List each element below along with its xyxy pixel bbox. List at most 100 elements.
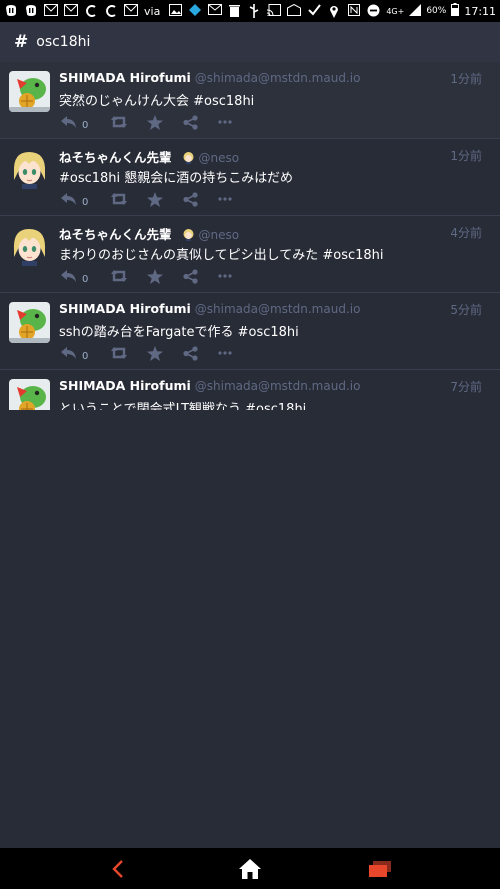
reply-count: 0 [82, 273, 89, 285]
gmail-icon [124, 4, 138, 18]
boost-icon [111, 116, 128, 128]
account-handle[interactable]: @shimada@mstdn.maud.io [195, 302, 361, 316]
status-item[interactable]: SHIMADA Hirofumi @shimada@mstdn.maud.io 7… [0, 370, 500, 410]
mastodon-icon [4, 4, 18, 18]
boost-button[interactable] [110, 115, 128, 129]
mastodon-icon [24, 4, 38, 18]
reply-button[interactable]: 0 [60, 268, 88, 285]
recents-icon [369, 860, 391, 877]
status-content: 突然のじゃんけん大会 #osc18hi [59, 94, 255, 109]
more-button[interactable] [218, 351, 232, 355]
boost-button[interactable] [110, 192, 128, 206]
boost-icon [111, 270, 128, 282]
reply-button[interactable]: 0 [60, 345, 88, 362]
account-handle[interactable]: @neso [199, 228, 240, 242]
status-item[interactable]: ねそちゃんくん先輩 @neso 1分前 #osc18hi 懇親会に酒の持ちこみは… [0, 139, 500, 216]
image-icon [168, 4, 182, 18]
relative-time[interactable]: 1分前 [450, 147, 482, 164]
share-icon [183, 114, 198, 130]
via-label: via [144, 4, 161, 18]
share-button[interactable] [183, 345, 198, 361]
reply-button[interactable]: 0 [60, 191, 88, 208]
display-name[interactable]: SHIMADA Hirofumi [59, 70, 191, 85]
mail-icon [207, 4, 222, 18]
home-button[interactable] [220, 848, 280, 889]
status-item[interactable]: ねそちゃんくん先輩 @neso 4分前 まわりのおじさんの真似してピシ出してみた… [0, 216, 500, 293]
anime-avatar[interactable] [9, 225, 50, 266]
recents-button[interactable] [350, 848, 410, 889]
ellipsis-icon [218, 120, 232, 124]
relative-time[interactable]: 5分前 [450, 301, 482, 318]
status-actions: 0 [60, 344, 232, 362]
mini-avatar-icon [182, 151, 195, 164]
network-label: 4G+ [386, 6, 405, 16]
ellipsis-icon [218, 351, 232, 355]
check-icon [307, 4, 321, 18]
column-header[interactable]: # osc18hi [0, 22, 500, 62]
display-name[interactable]: SHIMADA Hirofumi [59, 378, 191, 393]
usb-icon [248, 4, 262, 18]
gmail-icon [64, 4, 78, 18]
relative-time[interactable]: 4分前 [450, 224, 482, 241]
reply-icon [61, 116, 76, 128]
favourite-button[interactable] [147, 268, 164, 284]
star-icon [147, 114, 164, 130]
hashtag-title: osc18hi [36, 34, 91, 50]
battery-percent: 60% [426, 6, 447, 16]
reply-icon [61, 270, 76, 282]
mail-open-icon [287, 3, 302, 18]
share-button[interactable] [183, 191, 198, 207]
parrot-avatar[interactable] [9, 302, 50, 343]
favourite-button[interactable] [147, 191, 164, 207]
status-content: sshの踏み台をFargateで作る #osc18hi [59, 325, 299, 340]
share-button[interactable] [183, 268, 198, 284]
status-content: まわりのおじさんの真似してピシ出してみた #osc18hi [59, 248, 384, 263]
diamond-icon [188, 4, 202, 18]
boost-button[interactable] [110, 269, 128, 283]
favourite-button[interactable] [147, 345, 164, 361]
share-button[interactable] [183, 114, 198, 130]
more-button[interactable] [218, 274, 232, 278]
boost-button[interactable] [110, 346, 128, 360]
system-navigation-bar [0, 848, 500, 889]
ellipsis-icon [218, 274, 232, 278]
parrot-avatar[interactable] [9, 379, 50, 410]
do-not-disturb-icon [367, 4, 381, 18]
more-button[interactable] [218, 197, 232, 201]
status-actions: 0 [60, 267, 232, 285]
parrot-avatar[interactable] [9, 71, 50, 112]
status-actions: 0 [60, 190, 232, 208]
display-name[interactable]: ねそちゃんくん先輩 [59, 227, 172, 242]
cast-icon [267, 4, 282, 18]
account-handle[interactable]: @shimada@mstdn.maud.io [195, 71, 361, 85]
display-name[interactable]: SHIMADA Hirofumi [59, 301, 191, 316]
relative-time[interactable]: 1分前 [450, 70, 482, 87]
relative-time[interactable]: 7分前 [450, 378, 482, 395]
reply-button[interactable]: 0 [60, 114, 88, 131]
boost-icon [111, 347, 128, 359]
account-handle[interactable]: @shimada@mstdn.maud.io [195, 379, 361, 393]
anime-avatar[interactable] [9, 148, 50, 189]
display-name[interactable]: ねそちゃんくん先輩 [59, 150, 172, 165]
back-button[interactable] [88, 848, 148, 889]
c-icon [84, 4, 98, 18]
account-handle[interactable]: @neso [199, 151, 240, 165]
timeline[interactable]: SHIMADA Hirofumi @shimada@mstdn.maud.io 1… [0, 62, 500, 410]
share-icon [183, 268, 198, 284]
share-icon [183, 345, 198, 361]
status-item[interactable]: SHIMADA Hirofumi @shimada@mstdn.maud.io 1… [0, 62, 500, 139]
status-content: #osc18hi 懇親会に酒の持ちこみはだめ [59, 171, 294, 186]
more-button[interactable] [218, 120, 232, 124]
clock: 17:11 [464, 4, 497, 18]
system-status-bar: via 4G+ 60% 17:11 [0, 0, 500, 22]
status-actions: 0 [60, 113, 232, 131]
reply-count: 0 [82, 119, 89, 131]
nfc-icon [347, 4, 361, 18]
boost-icon [111, 193, 128, 205]
favourite-button[interactable] [147, 114, 164, 130]
battery-icon [451, 3, 460, 19]
c-icon [104, 4, 118, 18]
star-icon [147, 191, 164, 207]
mini-avatar-icon [182, 228, 195, 241]
status-item[interactable]: SHIMADA Hirofumi @shimada@mstdn.maud.io 5… [0, 293, 500, 370]
